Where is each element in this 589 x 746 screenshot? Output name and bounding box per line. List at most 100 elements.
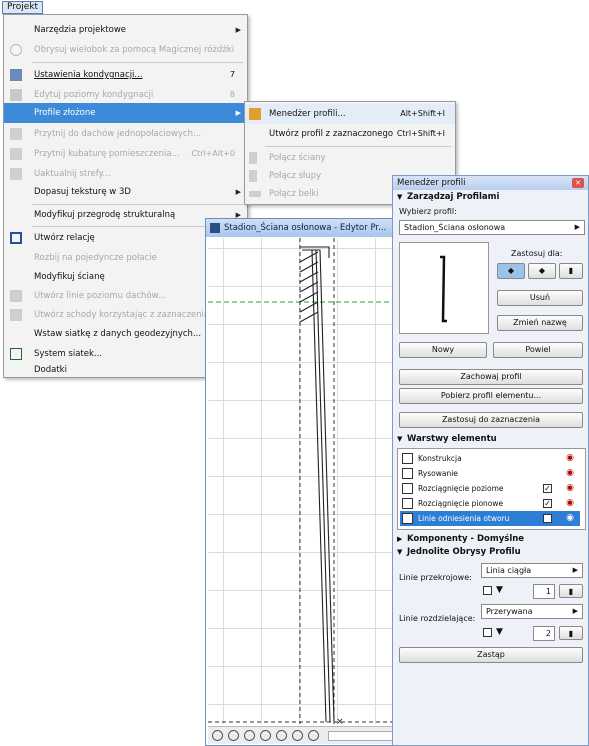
layer-row-horizontal-stretch[interactable]: Rozciągnięcie poziome ✓ ◉ [400, 481, 580, 496]
menu-item-label: Połącz słupy [269, 171, 322, 181]
visibility-eye-icon[interactable]: ◉ [566, 451, 574, 466]
submenu-arrow-icon: ▶ [235, 188, 241, 196]
profile-manager-title-bar[interactable]: Menedżer profili [393, 176, 588, 190]
pen-icon: ▼ [496, 585, 503, 595]
edit-stories-icon [10, 89, 22, 101]
layer-checkbox[interactable]: ✓ [543, 484, 552, 493]
layer-checkbox[interactable]: ✓ [543, 499, 552, 508]
visibility-eye-icon[interactable]: ◉ [566, 466, 574, 481]
section-components[interactable]: ▶ Komponenty - Domyślne [397, 534, 524, 544]
menu-item-align-texture[interactable]: Dopasuj teksturę w 3D ▶ [4, 182, 247, 202]
save-profile-button[interactable]: Zachowaj profil [399, 369, 583, 385]
layer-label: Rysowanie [418, 469, 458, 478]
visibility-eye-icon[interactable]: ◉ [566, 481, 574, 496]
separator-lines-select[interactable]: Przerywana ▶ [481, 604, 583, 619]
beam-tool-icon: ◆ [538, 266, 546, 275]
zoom-in-icon[interactable] [228, 730, 239, 741]
layer-label: Rozciągnięcie pionowe [418, 499, 504, 508]
menu-item-label: Przytnij kubaturę pomieszczenia... [34, 149, 180, 159]
menu-item-design-tools[interactable]: Narzędzia projektowe ▶ [4, 20, 247, 40]
rename-profile-button[interactable]: Zmień nazwę [497, 315, 583, 331]
menu-item-label: Połącz belki [269, 189, 319, 199]
menu-item-label: Edytuj poziomy kondygnacji [34, 90, 154, 100]
menu-item-label: Modyfikuj ścianę [34, 272, 105, 282]
visibility-eye-icon[interactable]: ◉ [566, 496, 574, 511]
new-profile-button[interactable]: Nowy [399, 342, 487, 358]
layer-label: Konstrukcja [418, 454, 462, 463]
delete-profile-button[interactable]: Usuń [497, 290, 583, 306]
apply-to-selection-button[interactable]: Zastosuj do zaznaczenia [399, 412, 583, 428]
next-zoom-icon[interactable] [308, 730, 319, 741]
layer-row-vertical-stretch[interactable]: Rozciągnięcie pionowe ✓ ◉ [400, 496, 580, 511]
menu-item-profile-from-selection[interactable]: Utwórz profil z zaznaczonego Ctrl+Shift+I [245, 124, 455, 144]
layer-checkbox[interactable]: ✓ [543, 514, 552, 523]
profile-select[interactable]: Stadion_Ściana osłonowa ▶ [399, 220, 585, 235]
separator-lines-checkbox[interactable] [483, 628, 492, 637]
wall-icon [249, 152, 257, 164]
menu-item-complex-profiles[interactable]: Profile złożone ▶ [4, 103, 247, 123]
story-settings-icon [10, 69, 22, 81]
pan-icon[interactable] [260, 730, 271, 741]
replace-button[interactable]: Zastąp [399, 647, 583, 663]
profile-manager-panel: Menedżer profili ✕ ▼ Zarządzaj Profilami … [392, 175, 589, 746]
menu-item-shortcut: Ctrl+Shift+I [396, 129, 445, 138]
section-manage-profiles[interactable]: ▼ Zarządzaj Profilami [397, 192, 499, 202]
section-element-layers[interactable]: ▼ Warstwy elementu [397, 434, 497, 444]
layer-row-construction[interactable]: Konstrukcja ◉ [400, 451, 580, 466]
layer-label: Linie odniesienia otworu [418, 514, 510, 523]
profile-preview-shape [440, 255, 447, 323]
menu-item-trim-room: Przytnij kubaturę pomieszczenia... Ctrl+A… [4, 144, 247, 164]
opening-reference-icon [402, 513, 413, 524]
profile-select-value: Stadion_Ściana osłonowa [404, 223, 506, 232]
cut-lines-checkbox[interactable] [483, 586, 492, 595]
panel-title: Menedżer profili [397, 178, 466, 188]
close-icon[interactable]: ✕ [572, 178, 584, 188]
cut-lines-value: Linia ciągła [486, 566, 532, 575]
visibility-eye-icon[interactable]: ◉ [566, 511, 574, 526]
zoom-out-icon[interactable] [244, 730, 255, 741]
column-icon [249, 170, 257, 182]
zoom-fit-icon[interactable] [212, 730, 223, 741]
menu-item-shortcut: 8 [229, 90, 235, 99]
zones-icon [10, 168, 22, 180]
layer-row-drawing[interactable]: Rysowanie ◉ [400, 466, 580, 481]
menu-item-magic-wand: Obrysuj wielobok za pomocą Magicznej róż… [4, 40, 247, 60]
separator-lines-value: Przerywana [486, 607, 533, 616]
apply-columns-toggle[interactable]: ▮ [559, 263, 583, 279]
duplicate-profile-button[interactable]: Powiel [493, 342, 583, 358]
wall-profile-shape [299, 246, 335, 723]
menu-item-trim-roofs: Przytnij do dachów jednopołaciowych... [4, 124, 247, 144]
profile-manager-icon [249, 108, 261, 120]
choose-profile-label: Wybierz profil: [399, 207, 457, 216]
menu-item-merge-walls: Połącz ściany [245, 148, 455, 168]
previous-zoom-icon[interactable] [292, 730, 303, 741]
separator-lines-label: Linie rozdzielające: [399, 614, 476, 623]
section-uniform-contours[interactable]: ▼ Jednolite Obrysy Profilu [397, 547, 521, 557]
dropdown-arrow-icon: ▶ [574, 223, 580, 231]
editor-window-icon [210, 223, 220, 233]
collapse-arrow-icon: ▼ [397, 435, 403, 443]
zoom-window-icon[interactable] [276, 730, 287, 741]
separator-pen-field[interactable]: 2 [533, 626, 555, 641]
section-label: Komponenty - Domyślne [407, 534, 525, 544]
menu-item-label: Połącz ściany [269, 153, 326, 163]
layer-row-opening-reference[interactable]: Linie odniesienia otworu ✓ ◉ [400, 511, 580, 526]
column-tool-icon: ▮ [568, 266, 574, 275]
cut-pen-picker[interactable]: ▮ [559, 584, 583, 598]
separator-pen-picker[interactable]: ▮ [559, 626, 583, 640]
apply-walls-toggle[interactable]: ◆ [497, 263, 525, 279]
menu-item-update-zones: Uaktualnij strefy... [4, 164, 247, 184]
pen-color-icon: ▮ [568, 629, 574, 638]
menu-item-profile-manager[interactable]: Menedżer profili... Alt+Shift+I [245, 104, 455, 124]
cut-pen-field[interactable]: 1 [533, 584, 555, 599]
menu-projekt[interactable]: Projekt [2, 1, 44, 14]
layer-label: Rozciągnięcie poziome [418, 484, 504, 493]
apply-beams-toggle[interactable]: ◆ [528, 263, 556, 279]
menu-separator [265, 146, 451, 147]
cut-lines-select[interactable]: Linia ciągła ▶ [481, 563, 583, 578]
trim-roof-icon [10, 128, 22, 140]
submenu-arrow-icon: ▶ [235, 26, 241, 34]
get-element-profile-button[interactable]: Pobierz profil elementu... [399, 388, 583, 404]
menu-item-story-settings[interactable]: Ustawienia kondygnacji... 7 [4, 65, 247, 85]
menu-item-label: Profile złożone [34, 108, 96, 118]
